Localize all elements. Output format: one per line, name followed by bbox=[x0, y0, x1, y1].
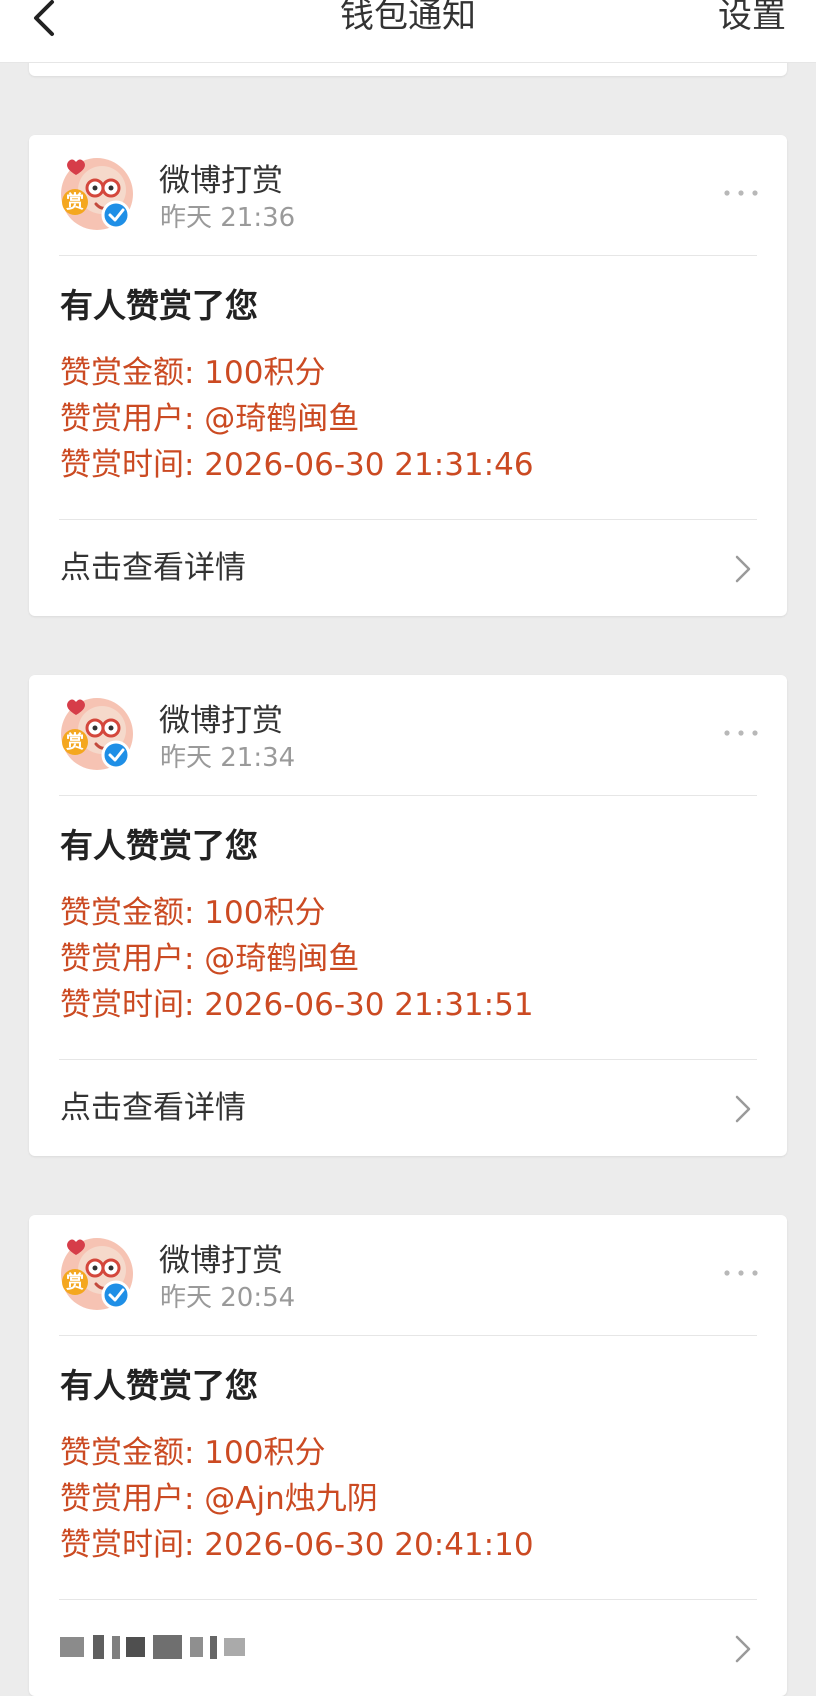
view-details-row[interactable]: 点击查看详情 bbox=[29, 1060, 787, 1156]
notification-card: 赏 微博打赏 昨天 21:36 有人赞赏了您 赞赏金额: 100积分 赞赏用户:… bbox=[29, 135, 787, 616]
reward-user: 赞赏用户: @Ajn烛九阴 bbox=[60, 1481, 378, 1517]
notification-header: 赏 微博打赏 昨天 21:36 bbox=[29, 135, 787, 255]
more-dots-icon bbox=[724, 730, 758, 736]
sender-avatar[interactable]: 赏 bbox=[60, 157, 134, 231]
avatar-badge-text: 赏 bbox=[66, 191, 84, 213]
notification-time: 昨天 20:54 bbox=[160, 1283, 296, 1313]
reward-amount: 赞赏金额: 100积分 bbox=[60, 355, 326, 391]
more-dots-icon bbox=[724, 1270, 758, 1276]
view-details-row[interactable] bbox=[29, 1600, 787, 1696]
notification-card: 赏 微博打赏 昨天 20:54 有人赞赏了您 赞赏金额: 100积分 赞赏用户:… bbox=[29, 1215, 787, 1696]
top-navigation-bar: 钱包通知 设置 bbox=[0, 0, 816, 63]
more-options-button[interactable] bbox=[721, 723, 761, 743]
more-options-button[interactable] bbox=[721, 1263, 761, 1283]
reward-time: 赞赏时间: 2026-06-30 21:31:46 bbox=[60, 447, 534, 483]
sender-name: 微博打赏 bbox=[159, 163, 283, 199]
chevron-right-icon bbox=[735, 555, 751, 583]
sender-avatar[interactable]: 赏 bbox=[60, 1237, 134, 1311]
reward-time: 赞赏时间: 2026-06-30 20:41:10 bbox=[60, 1527, 534, 1563]
notification-header: 赏 微博打赏 昨天 20:54 bbox=[29, 1215, 787, 1335]
chevron-right-icon bbox=[735, 1095, 751, 1123]
notification-time: 昨天 21:34 bbox=[160, 743, 296, 773]
reward-user: 赞赏用户: @琦鹤闽鱼 bbox=[60, 401, 360, 437]
notification-title: 有人赞赏了您 bbox=[60, 286, 258, 325]
more-options-button[interactable] bbox=[721, 183, 761, 203]
header-divider bbox=[59, 795, 757, 796]
notification-title: 有人赞赏了您 bbox=[60, 826, 258, 865]
settings-button[interactable]: 设置 bbox=[718, 0, 786, 40]
page-title: 钱包通知 bbox=[340, 0, 476, 36]
notification-time: 昨天 21:36 bbox=[160, 203, 296, 233]
view-details-row[interactable]: 点击查看详情 bbox=[29, 520, 787, 616]
sender-name: 微博打赏 bbox=[159, 703, 283, 739]
view-details-label: 点击查看详情 bbox=[60, 1090, 246, 1126]
reward-time: 赞赏时间: 2026-06-30 21:31:51 bbox=[60, 987, 534, 1023]
sender-avatar[interactable]: 赏 bbox=[60, 697, 134, 771]
notification-header: 赏 微博打赏 昨天 21:34 bbox=[29, 675, 787, 795]
notification-title: 有人赞赏了您 bbox=[60, 1366, 258, 1405]
more-dots-icon bbox=[724, 190, 758, 196]
sender-name: 微博打赏 bbox=[159, 1243, 283, 1279]
avatar-badge-text: 赏 bbox=[66, 731, 84, 753]
reward-user: 赞赏用户: @琦鹤闽鱼 bbox=[60, 941, 360, 977]
avatar-badge-text: 赏 bbox=[66, 1271, 84, 1293]
header-divider bbox=[59, 1335, 757, 1336]
reward-amount: 赞赏金额: 100积分 bbox=[60, 895, 326, 931]
notification-card: 赏 微博打赏 昨天 21:34 有人赞赏了您 赞赏金额: 100积分 赞赏用户:… bbox=[29, 675, 787, 1156]
reward-amount: 赞赏金额: 100积分 bbox=[60, 1435, 326, 1471]
chevron-right-icon bbox=[735, 1635, 751, 1663]
view-details-label: 点击查看详情 bbox=[60, 550, 246, 586]
header-divider bbox=[59, 255, 757, 256]
